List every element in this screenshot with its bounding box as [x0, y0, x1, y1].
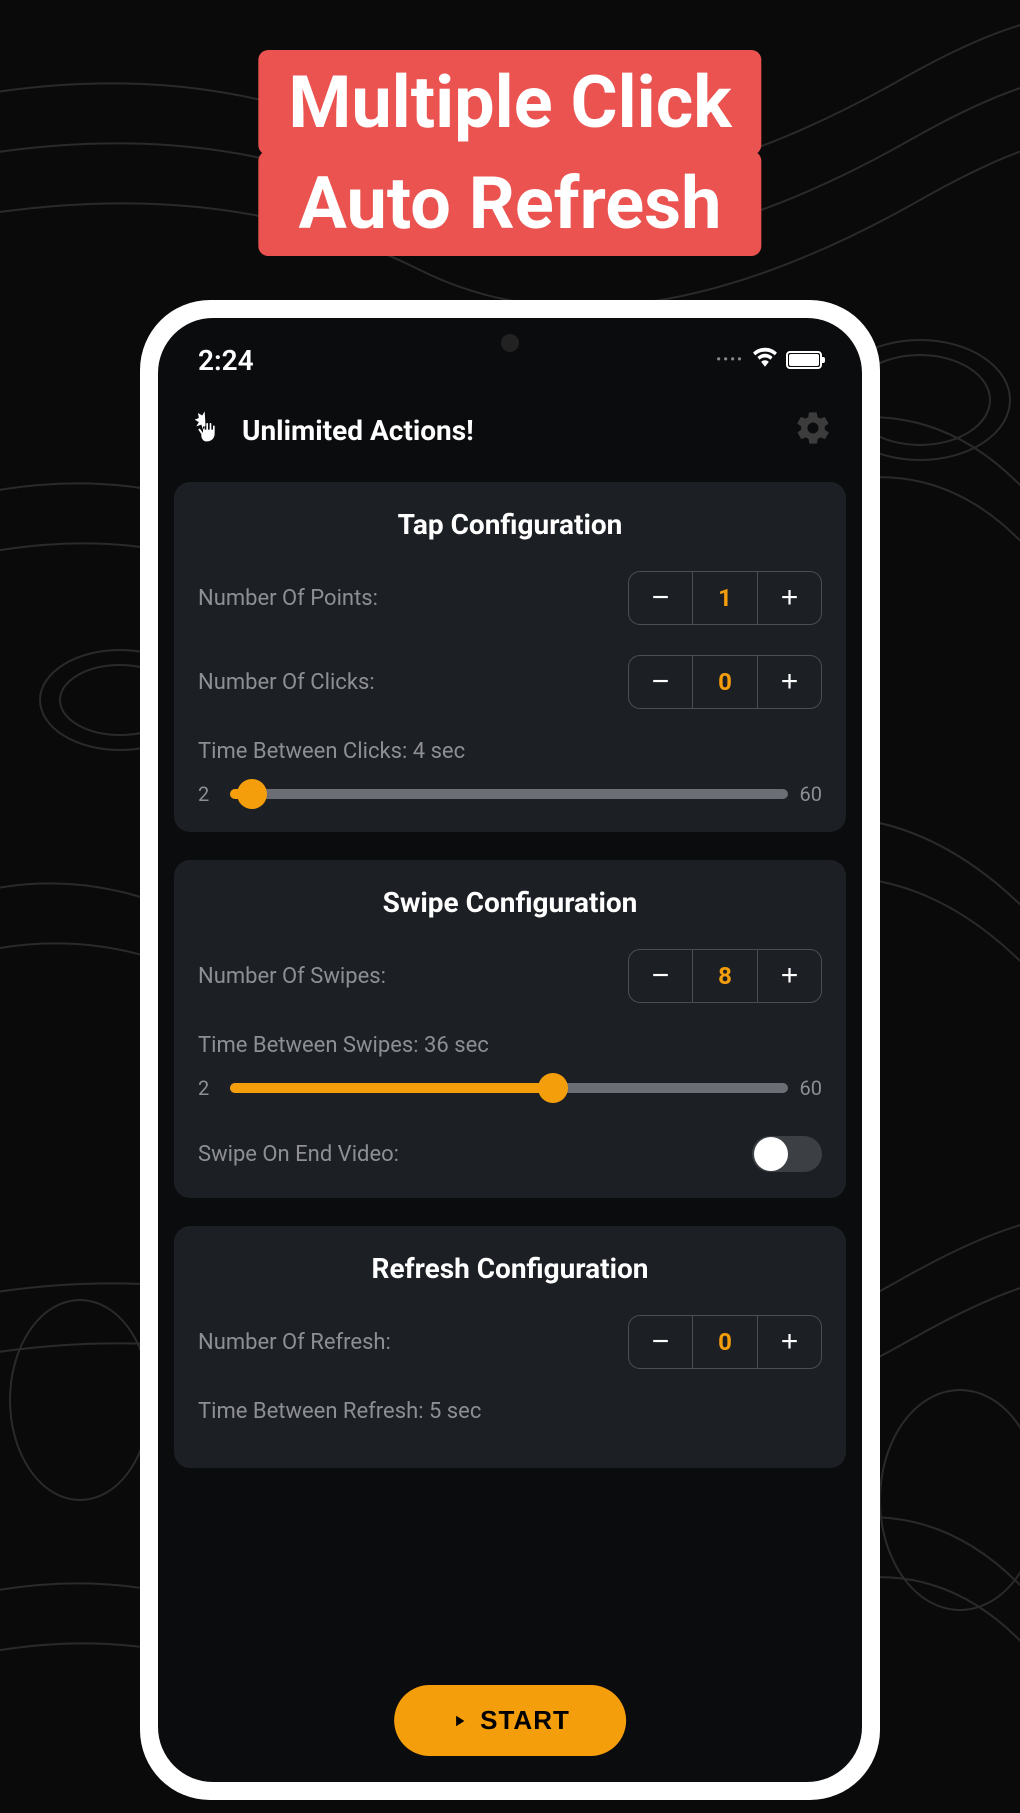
camera-punch-hole [501, 334, 519, 352]
swipe-slider[interactable] [230, 1083, 788, 1093]
tap-slider-min: 2 [198, 782, 218, 806]
wifi-icon [752, 344, 778, 377]
battery-icon [786, 351, 822, 369]
swipes-stepper: − 8 + [628, 949, 822, 1003]
points-plus-button[interactable]: + [757, 572, 821, 624]
tap-card-title: Tap Configuration [198, 508, 822, 541]
banner-line-2: Auto Refresh [258, 151, 761, 256]
phone-frame: 2:24 •••• Unlimited Actions! [140, 300, 880, 1800]
refresh-card-title: Refresh Configuration [198, 1252, 822, 1285]
play-icon [450, 1712, 468, 1730]
refresh-plus-button[interactable]: + [757, 1316, 821, 1368]
promo-banner: Multiple Click Auto Refresh [258, 50, 761, 256]
tap-slider-max: 60 [800, 782, 822, 806]
app-logo-icon [188, 408, 228, 452]
swipe-slider-max: 60 [800, 1076, 822, 1100]
swipe-card-title: Swipe Configuration [198, 886, 822, 919]
toggle-knob [754, 1137, 788, 1171]
refresh-label: Number Of Refresh: [198, 1330, 391, 1355]
swipe-configuration-card: Swipe Configuration Number Of Swipes: − … [174, 860, 846, 1198]
swipes-plus-button[interactable]: + [757, 950, 821, 1002]
swipes-value: 8 [693, 950, 757, 1002]
status-bar: 2:24 •••• [158, 318, 862, 388]
refresh-value: 0 [693, 1316, 757, 1368]
banner-line-1: Multiple Click [258, 50, 761, 155]
phone-screen: 2:24 •••• Unlimited Actions! [158, 318, 862, 1782]
settings-button[interactable] [794, 409, 832, 451]
clicks-stepper: − 0 + [628, 655, 822, 709]
swipe-slider-label: Time Between Swipes: 36 sec [198, 1033, 822, 1058]
clicks-minus-button[interactable]: − [629, 656, 693, 708]
swipe-slider-thumb[interactable] [538, 1073, 568, 1103]
refresh-stepper: − 0 + [628, 1315, 822, 1369]
tap-slider-label: Time Between Clicks: 4 sec [198, 739, 822, 764]
start-button[interactable]: START [394, 1685, 626, 1756]
tap-slider-thumb[interactable] [237, 779, 267, 809]
swipes-minus-button[interactable]: − [629, 950, 693, 1002]
status-time: 2:24 [198, 344, 254, 377]
refresh-slider-label: Time Between Refresh: 5 sec [198, 1399, 822, 1424]
swipes-label: Number Of Swipes: [198, 964, 386, 989]
points-value: 1 [693, 572, 757, 624]
start-label: START [480, 1705, 570, 1736]
clicks-plus-button[interactable]: + [757, 656, 821, 708]
points-label: Number Of Points: [198, 586, 378, 611]
signal-dots: •••• [716, 352, 744, 368]
clicks-label: Number Of Clicks: [198, 670, 375, 695]
swipe-end-video-toggle[interactable] [752, 1136, 822, 1172]
swipe-slider-min: 2 [198, 1076, 218, 1100]
refresh-minus-button[interactable]: − [629, 1316, 693, 1368]
clicks-value: 0 [693, 656, 757, 708]
tap-slider[interactable] [230, 789, 788, 799]
app-header: Unlimited Actions! [158, 388, 862, 482]
app-title: Unlimited Actions! [242, 414, 474, 447]
points-stepper: − 1 + [628, 571, 822, 625]
tap-configuration-card: Tap Configuration Number Of Points: − 1 … [174, 482, 846, 832]
swipe-toggle-label: Swipe On End Video: [198, 1142, 399, 1167]
refresh-configuration-card: Refresh Configuration Number Of Refresh:… [174, 1226, 846, 1468]
swipe-slider-fill [230, 1083, 553, 1093]
points-minus-button[interactable]: − [629, 572, 693, 624]
